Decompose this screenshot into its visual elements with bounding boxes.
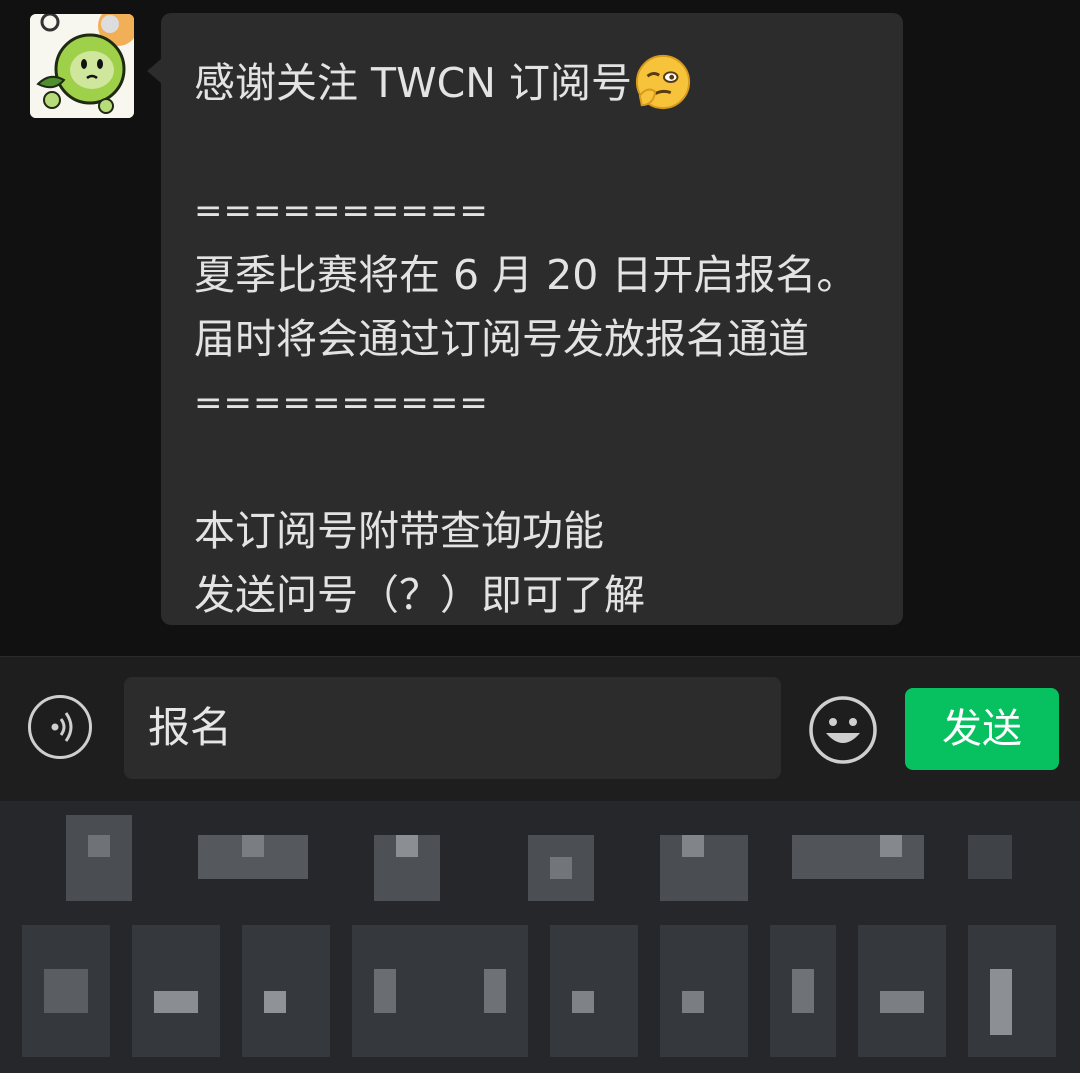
- keyboard-blur-block-12: [880, 835, 902, 857]
- keyboard-blur-block-32: [968, 925, 1056, 1057]
- message-line-7: [194, 435, 883, 499]
- keyboard-blur-block-20: [352, 925, 440, 1057]
- bubble-tail: [147, 59, 161, 83]
- keyboard-blur-block-15: [44, 969, 88, 1013]
- keyboard-blur-block-9: [660, 835, 748, 901]
- send-button[interactable]: 发送: [905, 688, 1059, 770]
- message-line-8: 本订阅号附带查询功能: [194, 507, 604, 555]
- keyboard-blur-block-27: [682, 991, 704, 1013]
- emoji-button[interactable]: [808, 695, 878, 765]
- avatar[interactable]: [30, 14, 134, 118]
- keyboard-area[interactable]: [0, 801, 1080, 1073]
- keyboard-blur-block-25: [572, 991, 594, 1013]
- message-line-1: 感谢关注 TWCN 订阅号: [194, 51, 883, 115]
- keyboard-blur-block-18: [242, 925, 330, 1057]
- chat-area: 感谢关注 TWCN 订阅号 ========== 夏季比赛将在 6 月 20 日…: [0, 0, 1080, 656]
- message-line-2: [194, 115, 883, 179]
- voice-button[interactable]: [28, 695, 92, 759]
- input-bar: 报名 发送: [0, 656, 1080, 802]
- keyboard-blur-block-23: [484, 969, 506, 1013]
- keyboard-blur-block-19: [264, 991, 286, 1013]
- avatar-illustration: [30, 14, 134, 118]
- keyboard-blur-block-31: [880, 991, 924, 1013]
- keyboard-blur-block-10: [682, 835, 704, 857]
- keyboard-blur-block-4: [242, 835, 264, 857]
- voice-icon: [51, 712, 73, 742]
- keyboard-blur-block-26: [660, 925, 748, 1057]
- keyboard-blur-block-11: [792, 835, 924, 879]
- wink-emoji-icon: [635, 54, 691, 110]
- keyboard-blur-block-33: [990, 969, 1012, 1035]
- message-line-5: 届时将会通过订阅号发放报名通道: [194, 315, 809, 363]
- message-bubble[interactable]: 感谢关注 TWCN 订阅号 ========== 夏季比赛将在 6 月 20 日…: [147, 13, 903, 625]
- keyboard-blur-block-8: [550, 857, 572, 879]
- keyboard-blur-block-29: [792, 969, 814, 1013]
- keyboard-blur-block-21: [374, 969, 396, 1013]
- keyboard-blur-block-13: [968, 835, 1012, 879]
- message-separator-bottom: ==========: [194, 383, 489, 423]
- message-separator-top: ==========: [194, 191, 489, 231]
- keyboard-blur-block-6: [396, 835, 418, 857]
- keyboard-blur-block-24: [550, 925, 638, 1057]
- keyboard-blur-block-17: [154, 991, 198, 1013]
- message-input[interactable]: 报名: [124, 677, 781, 779]
- keyboard-blur-block-2: [88, 835, 110, 857]
- emoji-icon: [809, 696, 877, 764]
- message-line-4: 夏季比赛将在 6 月 20 日开启报名。: [194, 251, 858, 299]
- keyboard-blur-block-1: [66, 815, 132, 901]
- message-line-9: 发送问号（？）即可了解: [194, 571, 645, 619]
